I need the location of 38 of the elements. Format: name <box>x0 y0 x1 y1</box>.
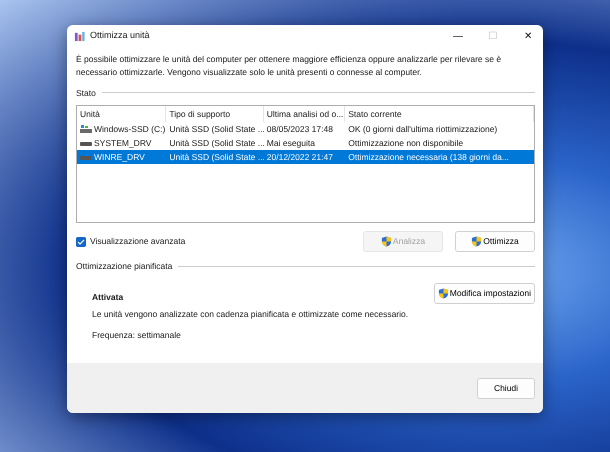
checkbox[interactable] <box>76 236 86 247</box>
drive-icon <box>80 124 92 134</box>
table-cell-text: Unità SSD (Solid State ... <box>168 122 264 136</box>
table-cell-text: 20/12/2022 21:47 <box>266 150 334 164</box>
window-control-button[interactable]: — <box>443 25 473 47</box>
schedule-description: Le unità vengono analizzate con cadenza pianificata e ottimizzate come necessario. <box>92 308 410 320</box>
checkbox-label: Visualizzazione avanzata <box>90 235 186 248</box>
drive-row[interactable]: WINRE_DRV Unità SSD (Solid State ... 20/12/2022 21:47 Ottimizzazione necessaria (138 giorni da... <box>77 150 534 164</box>
settings-button[interactable]: Modifica impostazioni <box>434 283 535 304</box>
shield-icon <box>438 288 449 299</box>
action-button[interactable]: Ottimizza <box>455 231 535 252</box>
table-cell-text: Unità SSD (Solid State ... <box>168 150 264 164</box>
description-text: È possibile ottimizzare le unità del computer per ottenere maggiore efficienza oppure analizzarle per rilevare se è necessario ottimizzarle. Vengono visualizzate solo le unità presenti o connesse al computer. <box>76 53 502 78</box>
schedule-state: Attivata <box>92 291 124 304</box>
table-cell: Windows-SSD (C:) <box>94 122 166 136</box>
column-header[interactable]: Tipo di supporto <box>166 106 264 122</box>
section-label: Ottimizzazione pianificata <box>76 260 172 273</box>
shield-icon <box>471 236 482 248</box>
drive-row[interactable]: Windows-SSD (C:) Unità SSD (Solid State ... 08/05/2023 17:48 OK (0 giorni dall'ultima riottimizzazione) <box>77 122 534 136</box>
drive-row[interactable]: SYSTEM_DRV Unità SSD (Solid State ... Mai eseguita Ottimizzazione non disponibile <box>77 136 534 150</box>
window-title: Ottimizza unità <box>90 29 151 42</box>
section-label: Stato <box>76 86 96 100</box>
table-cell-text: Mai eseguita <box>266 136 316 150</box>
column-header[interactable]: Unità <box>77 106 166 122</box>
table-cell-text: OK (0 giorni dall'ultima riottimizzazione) <box>347 122 498 136</box>
column-header[interactable]: Ultima analisi od o... <box>264 106 346 122</box>
table-cell: WINRE_DRV <box>94 150 145 164</box>
window-control-button[interactable]: ✕ <box>513 25 543 47</box>
table-cell-text: Ottimizzazione necessaria (138 giorni da... <box>347 150 510 164</box>
column-header[interactable]: Stato corrente <box>345 106 534 122</box>
table-cell: SYSTEM_DRV <box>94 136 152 150</box>
table-cell-text: Ottimizzazione non disponibile <box>347 136 464 150</box>
table-cell-text: 08/05/2023 17:48 <box>266 122 334 136</box>
close-dialog-button[interactable]: Chiudi <box>477 378 535 398</box>
frequency-text: Frequenza: settimanale <box>92 328 182 342</box>
table-cell-text: Unità SSD (Solid State ... <box>168 136 264 150</box>
shield-icon <box>380 236 392 248</box>
defrag-app-icon <box>74 30 85 42</box>
